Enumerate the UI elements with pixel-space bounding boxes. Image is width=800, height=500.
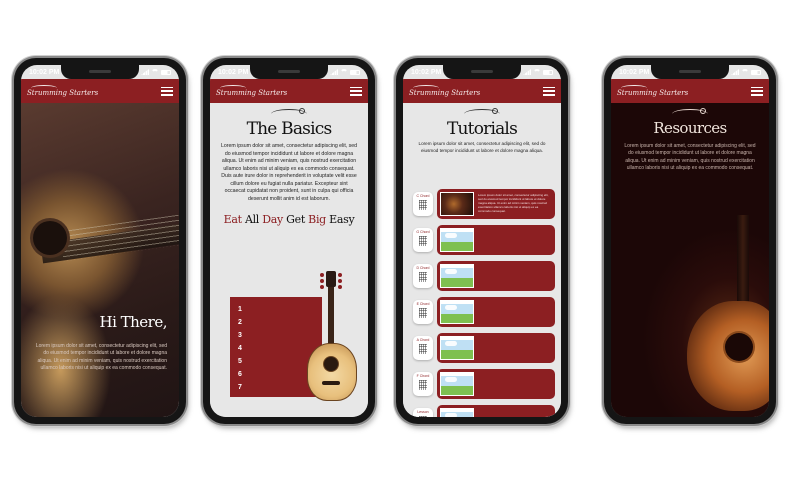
image-placeholder-icon[interactable] [440, 228, 474, 252]
page-title: The Basics [246, 119, 333, 139]
phone-basics: 10:02 PM Strumming Starters The Basics L… [203, 58, 375, 424]
brand-logo[interactable]: Strumming Starters [216, 85, 287, 97]
guitar-ornament-icon [271, 108, 307, 119]
battery-icon [751, 69, 761, 75]
app-header: Strumming Starters [611, 79, 769, 103]
status-time: 10:02 PM [218, 68, 249, 76]
chord-diagram-icon: E Chord [413, 300, 433, 324]
signal-icon [141, 69, 149, 75]
app-header: Strumming Starters [403, 79, 561, 103]
resources-text: Lorem ipsum dolor sit amet, consectetur … [624, 143, 756, 171]
guitar-illustration [302, 271, 362, 401]
tutorial-row[interactable]: E Chord [413, 297, 555, 327]
tutorial-card[interactable] [437, 369, 555, 399]
phone-resources: 10:02 PM Strumming Starters Resources Lo… [604, 58, 776, 424]
image-placeholder-icon[interactable] [440, 408, 474, 417]
signal-icon [731, 69, 739, 75]
brand-logo[interactable]: Strumming Starters [409, 85, 480, 97]
chord-diagram-icon: D Chord [413, 264, 433, 288]
tutorial-card[interactable] [437, 261, 555, 291]
app-header: Strumming Starters [210, 79, 368, 103]
resources-screen: 10:02 PM Strumming Starters Resources Lo… [611, 65, 769, 417]
tutorial-description: Lorem ipsum dolor sit amet, consectetur … [478, 193, 549, 214]
signal-icon [523, 69, 531, 75]
tutorial-row[interactable]: C Chord Lorem ipsum dolor sit amet, cons… [413, 189, 555, 219]
menu-icon[interactable] [543, 86, 555, 96]
guitar-ornament-icon [672, 108, 708, 119]
tutorial-card[interactable]: Lorem ipsum dolor sit amet, consectetur … [437, 189, 555, 219]
battery-icon [543, 69, 553, 75]
tutorial-card[interactable] [437, 333, 555, 363]
status-time: 10:02 PM [411, 68, 442, 76]
tutorials-screen: 10:02 PM Strumming Starters Tutorials Lo… [403, 65, 561, 417]
brand-logo[interactable]: Strumming Starters [27, 85, 98, 97]
wifi-icon [340, 69, 348, 75]
notch [61, 65, 139, 79]
menu-icon[interactable] [161, 86, 173, 96]
page-title: Tutorials [446, 119, 518, 139]
image-placeholder-icon[interactable] [440, 300, 474, 324]
guitar-ornament-icon [464, 108, 500, 119]
menu-icon[interactable] [350, 86, 362, 96]
chord-diagram-icon: Lesson [413, 408, 433, 417]
status-time: 10:02 PM [29, 68, 60, 76]
chord-diagram-icon: F Chord [413, 372, 433, 396]
video-thumbnail[interactable] [440, 192, 474, 216]
phone-home: 10:02 PM Strumming Starters Hi There, Lo… [14, 58, 186, 424]
app-header: Strumming Starters [21, 79, 179, 103]
hero-text: Lorem ipsum dolor sit amet, consectetur … [35, 343, 167, 371]
tutorial-card[interactable] [437, 225, 555, 255]
image-placeholder-icon[interactable] [440, 336, 474, 360]
battery-icon [161, 69, 171, 75]
phone-tutorials: 10:02 PM Strumming Starters Tutorials Lo… [396, 58, 568, 424]
guitar-photo [725, 333, 753, 361]
tutorials-intro: Lorem ipsum dolor sit amet, consectetur … [418, 141, 546, 153]
basics-screen: 10:02 PM Strumming Starters The Basics L… [210, 65, 368, 417]
page-title: Resources [653, 119, 727, 137]
home-screen: 10:02 PM Strumming Starters Hi There, Lo… [21, 65, 179, 417]
tagline: Eat All Day Get Big Easy [223, 213, 355, 227]
image-placeholder-icon[interactable] [440, 264, 474, 288]
tutorial-row[interactable]: A Chord [413, 333, 555, 363]
tutorial-row[interactable]: G Chord [413, 225, 555, 255]
chord-diagram-icon: A Chord [413, 336, 433, 360]
tutorial-card[interactable] [437, 297, 555, 327]
tutorial-row[interactable]: Lesson [413, 405, 555, 417]
wifi-icon [533, 69, 541, 75]
battery-icon [350, 69, 360, 75]
basics-text: Lorem ipsum dolor sit amet, consectetur … [220, 143, 358, 202]
menu-icon[interactable] [751, 86, 763, 96]
chord-diagram-icon: C Chord [413, 192, 433, 216]
status-time: 10:02 PM [619, 68, 650, 76]
notch [443, 65, 521, 79]
wifi-icon [741, 69, 749, 75]
tutorial-row[interactable]: F Chord [413, 369, 555, 399]
notch [651, 65, 729, 79]
chord-diagram-icon: G Chord [413, 228, 433, 252]
hero-heading: Hi There, [99, 313, 167, 331]
tutorial-row[interactable]: D Chord [413, 261, 555, 291]
brand-logo[interactable]: Strumming Starters [617, 85, 688, 97]
signal-icon [330, 69, 338, 75]
tutorial-card[interactable] [437, 405, 555, 417]
guitar-photo [737, 215, 749, 315]
image-placeholder-icon[interactable] [440, 372, 474, 396]
notch [250, 65, 328, 79]
wifi-icon [151, 69, 159, 75]
